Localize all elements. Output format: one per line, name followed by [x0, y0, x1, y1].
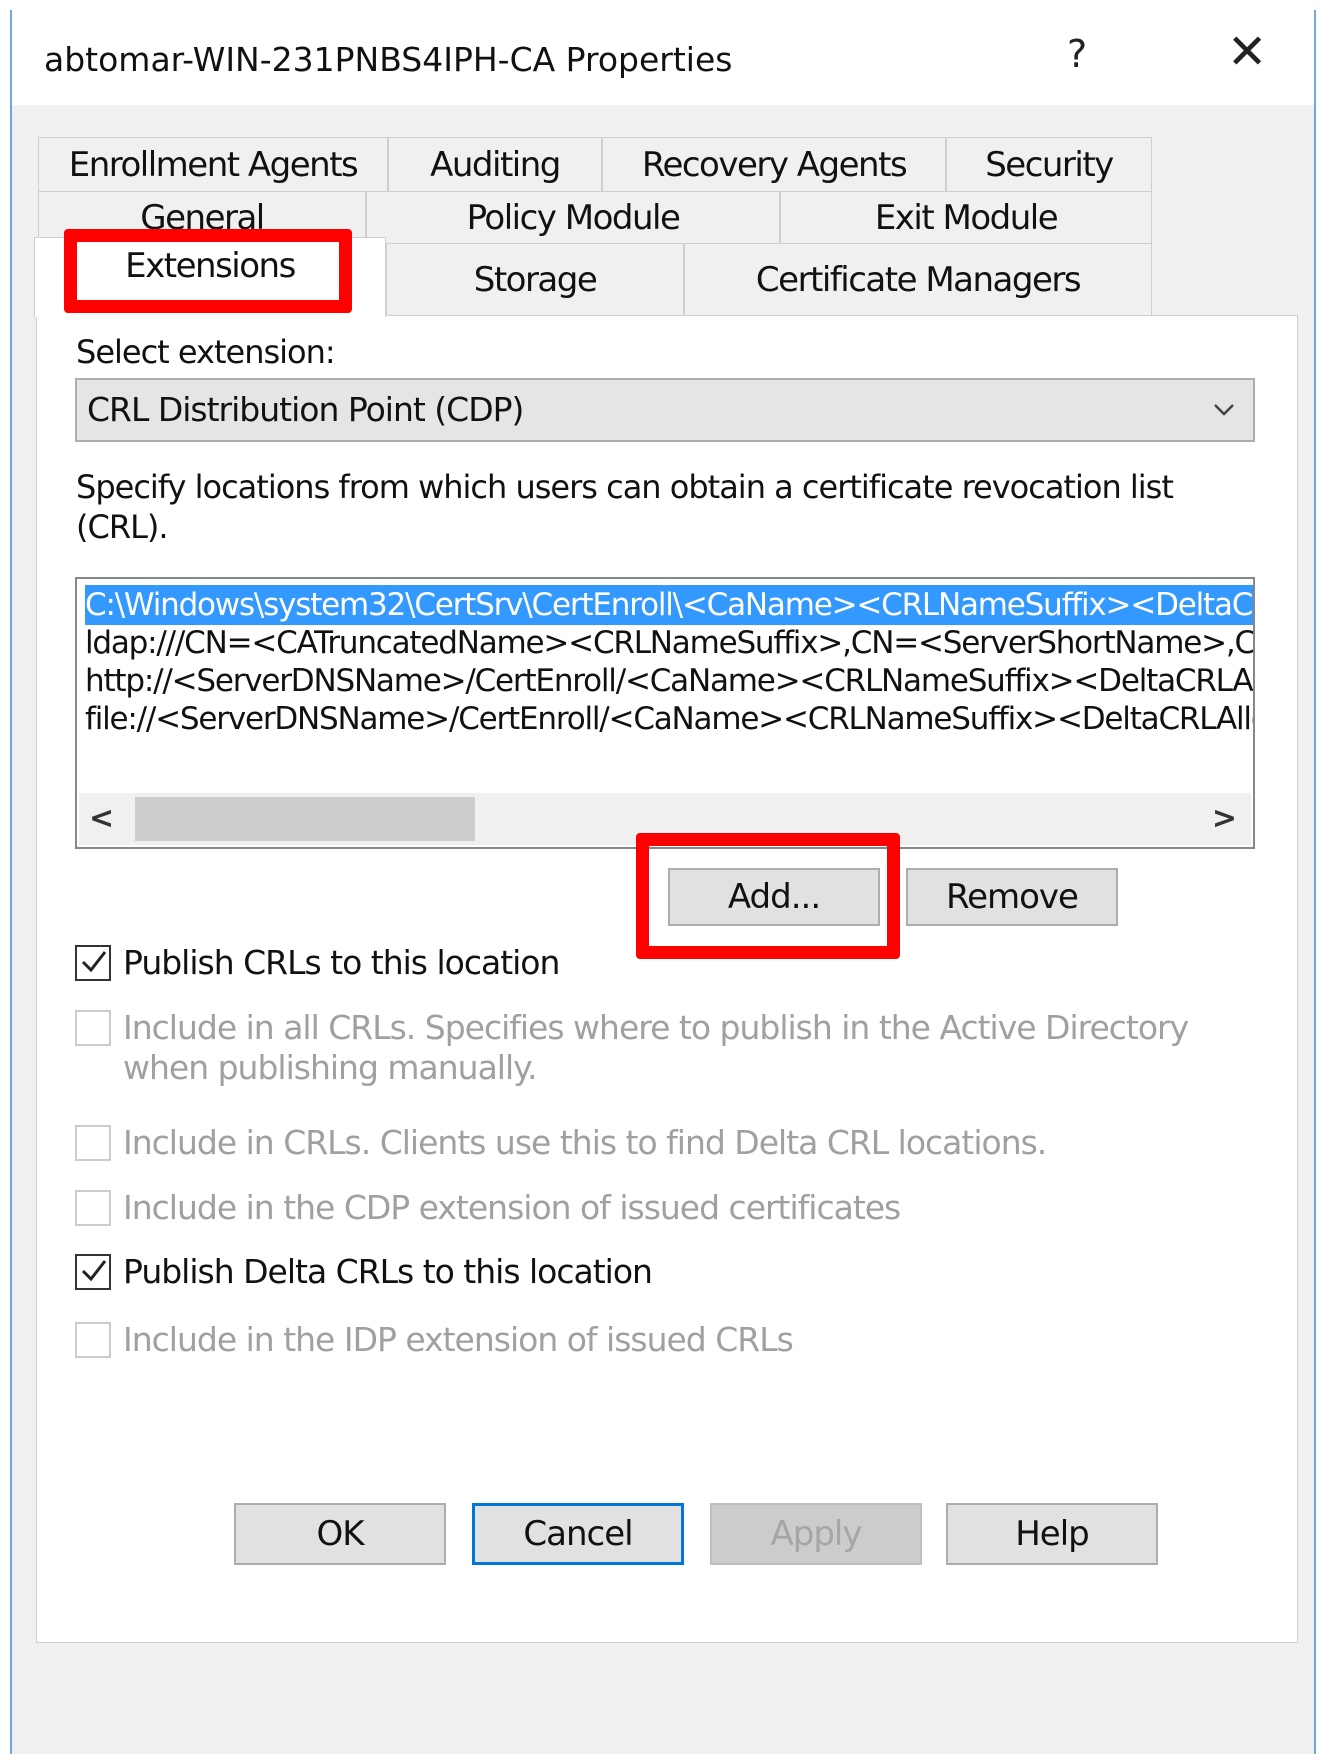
extension-select-value: CRL Distribution Point (CDP)	[87, 390, 524, 429]
cancel-button[interactable]: Cancel	[472, 1503, 684, 1565]
dialog-body: Enrollment Agents Auditing Recovery Agen…	[12, 105, 1314, 1754]
tab-policy-module[interactable]: Policy Module	[366, 191, 780, 243]
tab-extensions[interactable]: Extensions	[34, 237, 386, 317]
publish-delta-crls-label: Publish Delta CRLs to this location	[123, 1252, 653, 1291]
extension-select[interactable]: CRL Distribution Point (CDP)	[75, 378, 1255, 442]
tab-recovery-agents[interactable]: Recovery Agents	[602, 137, 946, 191]
list-item[interactable]: ldap:///CN=<CATruncatedName><CRLNameSuff…	[85, 623, 1253, 663]
option-include-all-crls: Include in all CRLs. Specifies where to …	[75, 1008, 1189, 1088]
list-item[interactable]: http://<ServerDNSName>/CertEnroll/<CaNam…	[85, 661, 1253, 701]
option-publish-crls[interactable]: Publish CRLs to this location	[75, 943, 560, 983]
include-all-crls-label-line2: when publishing manually.	[123, 1048, 537, 1087]
apply-button[interactable]: Apply	[710, 1503, 922, 1565]
remove-button[interactable]: Remove	[906, 868, 1118, 926]
properties-dialog: abtomar-WIN-231PNBS4IPH-CA Properties ? …	[10, 10, 1316, 1754]
list-item[interactable]: file://<ServerDNSName>/CertEnroll/<CaNam…	[85, 699, 1253, 739]
add-button[interactable]: Add...	[668, 868, 880, 926]
option-include-idp: Include in the IDP extension of issued C…	[75, 1320, 794, 1360]
window-title: abtomar-WIN-231PNBS4IPH-CA Properties	[44, 40, 733, 79]
include-in-crls-checkbox	[75, 1125, 111, 1161]
include-cdp-label: Include in the CDP extension of issued c…	[123, 1188, 901, 1227]
checkmark-icon	[81, 951, 107, 973]
select-extension-label: Select extension:	[76, 333, 336, 371]
title-bar: abtomar-WIN-231PNBS4IPH-CA Properties ? …	[12, 10, 1314, 105]
include-in-crls-label: Include in CRLs. Clients use this to fin…	[123, 1123, 1047, 1162]
tab-enrollment-agents[interactable]: Enrollment Agents	[38, 137, 388, 191]
tab-storage[interactable]: Storage	[386, 243, 684, 315]
locations-list[interactable]: C:\Windows\system32\CertSrv\CertEnroll\<…	[75, 577, 1255, 849]
tab-security[interactable]: Security	[946, 137, 1152, 191]
horizontal-scrollbar[interactable]: < >	[79, 793, 1251, 845]
include-idp-checkbox	[75, 1322, 111, 1358]
help-button[interactable]: Help	[946, 1503, 1158, 1565]
option-include-cdp: Include in the CDP extension of issued c…	[75, 1188, 901, 1228]
publish-delta-crls-checkbox[interactable]	[75, 1254, 111, 1290]
help-icon[interactable]: ?	[1067, 32, 1087, 76]
checkmark-icon	[81, 1260, 107, 1282]
tab-general[interactable]: General	[38, 191, 366, 243]
include-idp-label: Include in the IDP extension of issued C…	[123, 1320, 794, 1359]
close-icon[interactable]: ✕	[1227, 24, 1267, 80]
option-include-in-crls: Include in CRLs. Clients use this to fin…	[75, 1123, 1047, 1163]
publish-crls-checkbox[interactable]	[75, 945, 111, 981]
include-all-crls-label: Include in all CRLs. Specifies where to …	[123, 1008, 1189, 1047]
tab-certificate-managers[interactable]: Certificate Managers	[684, 243, 1152, 315]
description-text: Specify locations from which users can o…	[76, 468, 1174, 506]
tab-auditing[interactable]: Auditing	[388, 137, 602, 191]
option-publish-delta-crls[interactable]: Publish Delta CRLs to this location	[75, 1252, 653, 1292]
scroll-right-icon[interactable]: >	[1212, 801, 1237, 836]
tab-exit-module[interactable]: Exit Module	[780, 191, 1152, 243]
chevron-down-icon	[1214, 404, 1234, 416]
scroll-left-icon[interactable]: <	[89, 801, 114, 836]
ok-button[interactable]: OK	[234, 1503, 446, 1565]
include-cdp-checkbox	[75, 1190, 111, 1226]
scrollbar-thumb[interactable]	[135, 797, 475, 841]
include-all-crls-checkbox	[75, 1010, 111, 1046]
list-item[interactable]: C:\Windows\system32\CertSrv\CertEnroll\<…	[85, 585, 1253, 625]
publish-crls-label: Publish CRLs to this location	[123, 943, 560, 982]
description-text-line2: (CRL).	[76, 508, 169, 546]
